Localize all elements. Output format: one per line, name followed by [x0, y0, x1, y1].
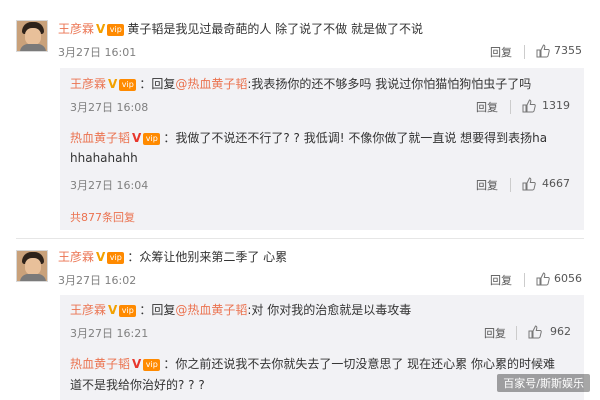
like-count: 962 [550, 325, 571, 338]
thumb-up-icon[interactable] [522, 99, 536, 113]
divider [524, 273, 525, 287]
username-link[interactable]: 王彦霖 [58, 22, 94, 36]
reply-text-continued: hhahahahh [70, 151, 138, 165]
username-link[interactable]: 热血黄子韬 [70, 131, 130, 145]
mention-link[interactable]: @热血黄子韬 [175, 303, 247, 317]
verified-v-icon: V [132, 131, 142, 145]
sub-replies-box-1 [60, 68, 584, 230]
like-count: 4667 [542, 177, 570, 190]
verified-v-icon: V [96, 22, 106, 36]
timestamp: 3月27日 16:21 [70, 327, 149, 340]
timestamp: 3月27日 16:08 [70, 101, 149, 114]
username-link[interactable]: 王彦霖 [70, 303, 106, 317]
reply-button[interactable]: 回复 [490, 272, 512, 288]
sub-reply-line: 王彦霖 Vvip ：回复@热血黄子韬:对 你对我的治愈就是以毒攻毒 [70, 303, 412, 317]
sub-reply-line: 热血黄子韬 Vvip ：我做了不说还不行了? ? 我低调! 不像你做了就一直说 想要… [70, 131, 548, 145]
timestamp: 3月27日 16:02 [58, 274, 137, 287]
reply-text: :对 你对我的治愈就是以毒攻毒 [247, 303, 412, 317]
timestamp: 3月27日 16:01 [58, 46, 137, 59]
reply-text: :我表扬你的还不够多吗 我说过你怕猫怕狗怕虫子了吗 [247, 77, 532, 91]
avatar[interactable] [16, 20, 48, 52]
reply-word: 回复 [151, 77, 176, 91]
like-count: 6056 [554, 272, 582, 285]
member-icon: vip [143, 133, 161, 145]
divider [524, 45, 525, 59]
member-icon: vip [143, 359, 161, 371]
comment-text: 众筹让他别来第二季了 心累 [139, 250, 288, 264]
sub-reply-line: 王彦霖 Vvip ：回复@热血黄子韬:我表扬你的还不够多吗 我说过你怕猫怕狗怕虫子了… [70, 77, 532, 91]
thumb-up-icon[interactable] [536, 272, 550, 286]
reply-button[interactable]: 回复 [476, 99, 498, 115]
mention-link[interactable]: @热血黄子韬 [175, 77, 247, 91]
username-link[interactable]: 王彦霖 [58, 250, 94, 264]
weibo-comment-thread: 王彦霖 Vvip 黄子韬是我见过最奇葩的人 除了说了不做 就是做了不说 3月27日 … [0, 0, 600, 400]
comment-text: 黄子韬是我见过最奇葩的人 除了说了不做 就是做了不说 [127, 22, 423, 36]
member-icon: vip [107, 252, 125, 264]
divider [516, 326, 517, 340]
reply-word: 回复 [151, 303, 176, 317]
reply-button[interactable]: 回复 [476, 177, 498, 193]
verified-v-icon: V [108, 77, 118, 91]
thumb-up-icon[interactable] [536, 44, 550, 58]
sub-reply-line: 热血黄子韬 Vvip ：你之前还说我不去你就失去了一切没意思了 现在还心累 你心累的… [70, 357, 555, 371]
like-count: 7355 [554, 44, 582, 57]
more-replies-link[interactable]: 共877条回复 [70, 209, 135, 225]
reply-button[interactable]: 回复 [484, 325, 506, 341]
member-icon: vip [119, 79, 137, 91]
thumb-up-icon[interactable] [522, 177, 536, 191]
verified-v-icon: V [132, 357, 142, 371]
username-link[interactable]: 王彦霖 [70, 77, 106, 91]
avatar[interactable] [16, 250, 48, 282]
comment-2-line: 王彦霖 Vvip ：众筹让他别来第二季了 心累 [58, 250, 288, 264]
username-link[interactable]: 热血黄子韬 [70, 357, 130, 371]
verified-v-icon: V [96, 250, 106, 264]
comment-divider [16, 238, 584, 239]
comment-1-line: 王彦霖 Vvip 黄子韬是我见过最奇葩的人 除了说了不做 就是做了不说 [58, 21, 423, 37]
reply-text-continued: 道不是我给你治好的? ? ? [70, 378, 205, 392]
reply-text: 你之前还说我不去你就失去了一切没意思了 现在还心累 你心累的时候难 [175, 357, 555, 371]
member-icon: vip [107, 24, 125, 36]
reply-button[interactable]: 回复 [490, 44, 512, 60]
watermark: 百家号/斯斯娱乐 [497, 374, 590, 392]
divider [510, 178, 511, 192]
verified-v-icon: V [108, 303, 118, 317]
like-count: 1319 [542, 99, 570, 112]
timestamp: 3月27日 16:04 [70, 179, 149, 192]
reply-text: 我做了不说还不行了? ? 我低调! 不像你做了就一直说 想要得到表扬ha [175, 131, 548, 145]
thumb-up-icon[interactable] [528, 325, 542, 339]
divider [510, 100, 511, 114]
member-icon: vip [119, 305, 137, 317]
